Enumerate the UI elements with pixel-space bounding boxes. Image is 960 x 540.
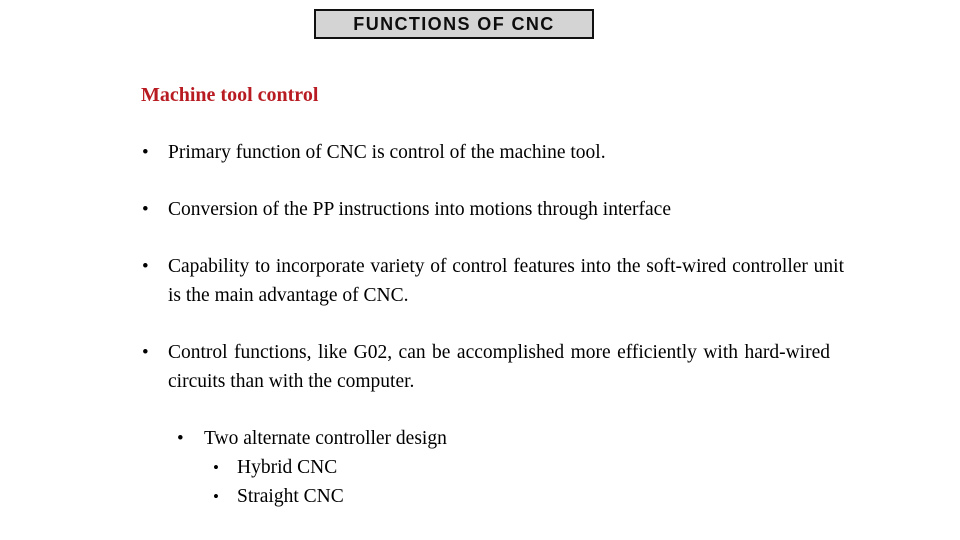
- bullet-text: Capability to incorporate variety of con…: [168, 256, 844, 306]
- bullet-text: Primary function of CNC is control of th…: [168, 142, 606, 163]
- sub-sub-bullet-text: Straight CNC: [237, 486, 344, 507]
- bullet-item: • Conversion of the PP instructions into…: [141, 195, 831, 224]
- section-heading: Machine tool control: [141, 84, 319, 106]
- bullet-marker-icon: •: [142, 142, 149, 163]
- bullet-marker-icon: •: [142, 256, 149, 277]
- bullet-marker-icon: •: [142, 342, 149, 363]
- bullet-marker-icon: •: [213, 487, 219, 506]
- slide-title-text: FUNCTIONS OF CNC: [353, 13, 555, 34]
- sub-bullet-text: Two alternate controller design: [204, 428, 447, 449]
- bullet-text: Conversion of the PP instructions into m…: [168, 199, 671, 220]
- sub-sub-bullet-item: • Hybrid CNC: [141, 453, 831, 482]
- bullet-marker-icon: •: [177, 428, 184, 449]
- bullet-marker-icon: •: [142, 199, 149, 220]
- sub-sub-bullet-text: Hybrid CNC: [237, 457, 338, 478]
- bullet-text: Control functions, like G02, can be acco…: [168, 342, 830, 392]
- bullet-item: • Primary function of CNC is control of …: [141, 138, 831, 167]
- bullet-list: • Primary function of CNC is control of …: [141, 138, 844, 511]
- slide-title-box: FUNCTIONS OF CNC: [314, 9, 594, 39]
- bullet-marker-icon: •: [213, 458, 219, 477]
- sub-bullet-item: • Two alternate controller design: [141, 424, 831, 453]
- sub-sub-bullet-item: • Straight CNC: [141, 482, 831, 511]
- bullet-item: • Control functions, like G02, can be ac…: [141, 338, 831, 396]
- bullet-item: • Capability to incorporate variety of c…: [141, 252, 844, 310]
